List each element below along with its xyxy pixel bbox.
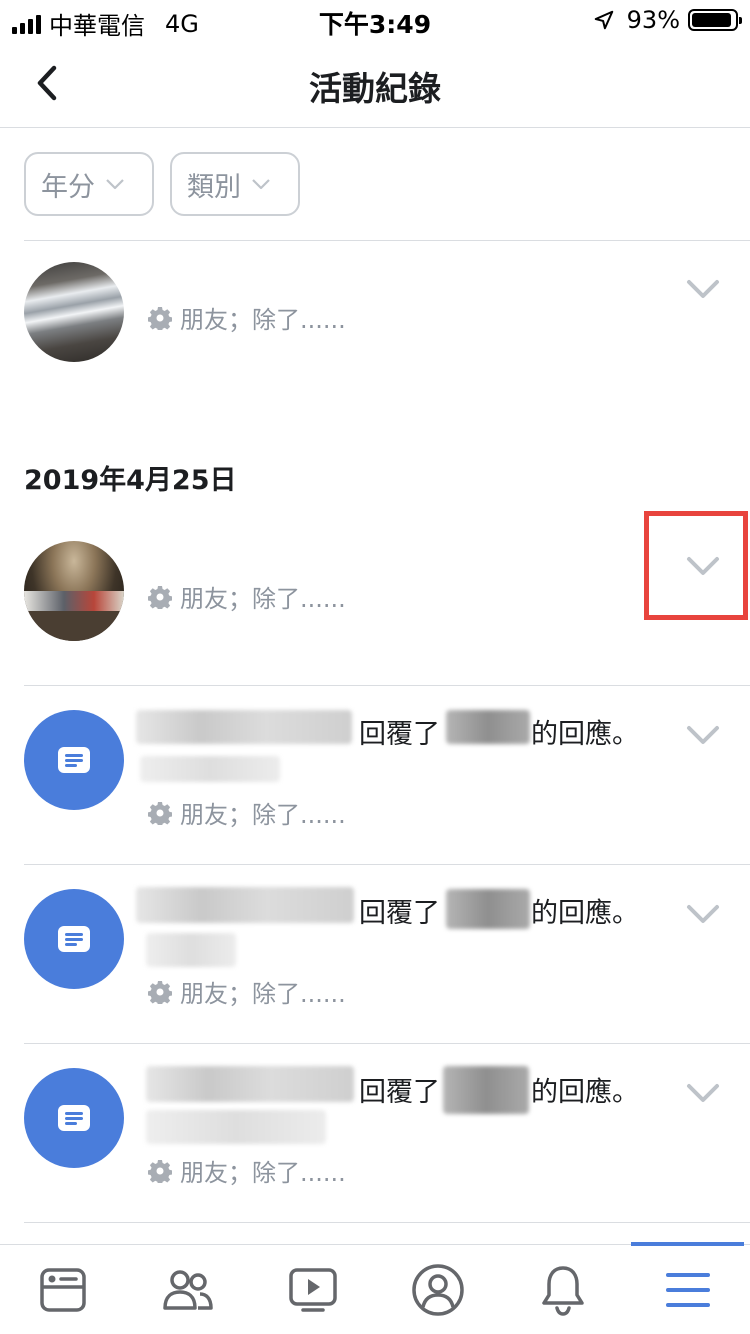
comment-glyph <box>58 926 90 952</box>
privacy-text: 朋友；除了...... <box>180 585 346 613</box>
location-arrow-icon <box>594 10 613 30</box>
privacy-label: 朋友；除了...... <box>148 795 346 830</box>
privacy-text: 朋友；除了...... <box>180 980 346 1008</box>
chevron-down-icon <box>687 726 719 744</box>
activity-item[interactable]: 回覆了 的回應。 朋友；除了...... <box>0 686 750 864</box>
comment-glyph <box>58 747 90 773</box>
activity-photo <box>24 262 124 362</box>
action-suffix: 的回應。 <box>531 719 639 750</box>
caret-down-icon <box>106 179 124 190</box>
filter-category-button[interactable]: 類別 <box>170 152 300 216</box>
divider <box>24 1222 750 1223</box>
options-button[interactable] <box>680 266 726 312</box>
chevron-down-icon <box>687 1084 719 1102</box>
activity-item[interactable]: 回覆了 的回應。 朋友；除了...... <box>0 865 750 1043</box>
filter-year-label: 年分 <box>41 171 95 203</box>
battery-fill <box>692 13 732 27</box>
gear-icon <box>148 585 172 609</box>
options-button[interactable] <box>680 891 726 937</box>
tab-notifications[interactable] <box>500 1245 625 1334</box>
gear-icon <box>148 306 172 330</box>
privacy-text: 朋友；除了...... <box>180 306 346 334</box>
redacted-name <box>136 887 354 923</box>
tab-menu[interactable] <box>625 1245 750 1334</box>
comment-icon <box>24 889 124 989</box>
redacted-name <box>446 889 530 929</box>
activity-photo <box>24 541 124 641</box>
redacted-name <box>136 710 352 744</box>
redacted-comment <box>146 933 236 967</box>
activity-item[interactable]: 朋友；除了...... <box>0 262 750 382</box>
redacted-comment <box>146 1110 326 1144</box>
privacy-label: 朋友；除了...... <box>148 1153 346 1188</box>
privacy-label: 朋友；除了...... <box>148 579 346 614</box>
notifications-icon <box>541 1266 584 1316</box>
tab-bar <box>0 1242 750 1334</box>
tab-news-feed[interactable] <box>0 1245 125 1334</box>
status-right: 93% <box>593 6 742 34</box>
gear-icon <box>148 980 172 1004</box>
caret-down-icon <box>252 179 270 190</box>
activity-item[interactable]: 朋友；除了...... <box>0 541 750 661</box>
photo-detail <box>24 611 124 641</box>
action-suffix: 的回應。 <box>531 1077 639 1108</box>
redacted-name <box>146 1066 354 1102</box>
options-button[interactable] <box>680 1070 726 1116</box>
action-text: 回覆了 <box>359 898 440 929</box>
redacted-name <box>446 710 530 744</box>
nav-bar: 活動紀錄 <box>0 40 750 128</box>
activity-item[interactable]: 回覆了 的回應。 朋友；除了...... <box>0 1044 750 1222</box>
comment-icon <box>24 1068 124 1168</box>
profile-icon <box>411 1264 464 1316</box>
comment-icon <box>24 710 124 810</box>
tab-friends[interactable] <box>125 1245 250 1334</box>
action-suffix: 的回應。 <box>531 898 639 929</box>
gear-icon <box>148 801 172 825</box>
filter-bar: 年分 類別 <box>24 152 300 216</box>
menu-icon <box>665 1273 710 1307</box>
chevron-down-icon <box>687 905 719 923</box>
page-title: 活動紀錄 <box>309 69 441 108</box>
status-bar: 中華電信 4G 下午3:49 93% <box>0 0 750 40</box>
news-feed-icon <box>39 1268 86 1312</box>
comment-glyph <box>58 1105 90 1131</box>
privacy-text: 朋友；除了...... <box>180 801 346 829</box>
chevron-down-icon <box>687 280 719 298</box>
gear-icon <box>148 1159 172 1183</box>
privacy-label: 朋友；除了...... <box>148 300 346 335</box>
friends-icon <box>162 1270 213 1310</box>
battery-percent: 93% <box>626 6 680 34</box>
filter-category-label: 類別 <box>187 171 241 203</box>
tab-watch[interactable] <box>250 1245 375 1334</box>
watch-icon <box>288 1268 337 1312</box>
battery-icon <box>688 9 742 31</box>
filter-year-button[interactable]: 年分 <box>24 152 154 216</box>
redacted-comment <box>140 756 280 782</box>
photo-detail <box>24 591 124 611</box>
date-header: 2019年4月25日 <box>24 465 237 496</box>
tab-profile[interactable] <box>375 1245 500 1334</box>
highlight-box <box>644 511 748 620</box>
divider <box>24 240 750 241</box>
redacted-name <box>443 1066 529 1114</box>
privacy-text: 朋友；除了...... <box>180 1159 346 1187</box>
action-text: 回覆了 <box>359 1077 440 1108</box>
privacy-label: 朋友；除了...... <box>148 974 346 1009</box>
action-text: 回覆了 <box>359 719 440 750</box>
options-button[interactable] <box>680 712 726 758</box>
